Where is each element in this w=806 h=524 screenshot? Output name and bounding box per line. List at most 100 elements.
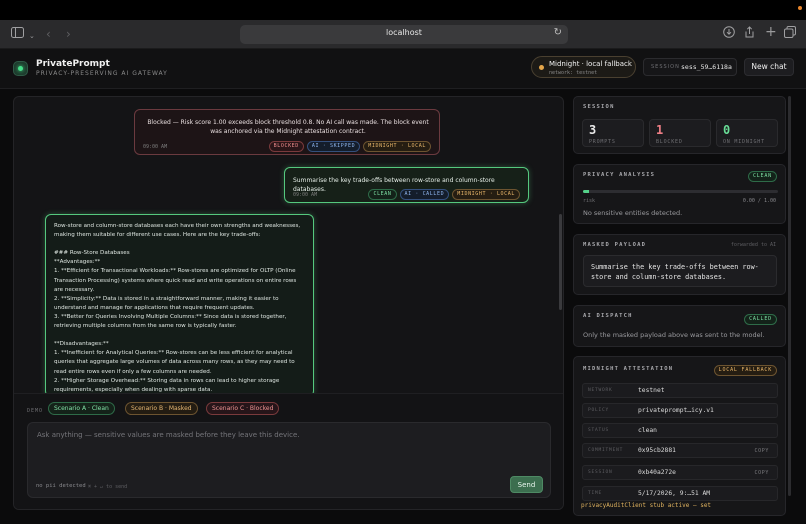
stat-on-midnight-label: ON MIDNIGHT: [723, 139, 765, 145]
midnight-status-pill[interactable]: Midnight · local fallback network: testn…: [531, 56, 636, 78]
midnight-status-dot-icon: [539, 65, 544, 70]
tag-midnight-local: MIDNIGHT · LOCAL: [452, 189, 520, 200]
prompt-input[interactable]: Ask anything — sensitive values are mask…: [27, 422, 551, 498]
ai-dispatch-card: AI DISPATCH CALLED Only the masked paylo…: [573, 305, 786, 347]
new-chat-button[interactable]: New chat: [744, 58, 794, 76]
stat-prompts-label: PROMPTS: [589, 139, 616, 145]
address-bar[interactable]: localhost ↻: [240, 25, 568, 44]
row-value: 0x95cb2881: [638, 447, 676, 454]
message-time: 09:00 AM: [143, 144, 168, 150]
midnight-status-label: Midnight · local fallback: [549, 60, 632, 68]
os-menu-bar: [0, 0, 806, 20]
audit-client-notice: privacyAuditClient stub active — set: [581, 502, 712, 509]
scenario-a-button[interactable]: Scenario A · Clean: [48, 402, 115, 415]
forwarded-label: forwarded to AI: [730, 242, 776, 248]
session-key-label: SESSION: [651, 64, 680, 70]
tab-overview-icon[interactable]: [784, 26, 796, 42]
chevron-down-icon[interactable]: ⌄: [29, 28, 35, 44]
row-value: 5/17/2026, 9:…51 AM: [638, 490, 711, 497]
midnight-network-label: network: testnet: [549, 70, 598, 76]
risk-label: risk: [583, 198, 596, 204]
tag-clean: CLEAN: [368, 189, 397, 200]
prompt-placeholder: Ask anything — sensitive values are mask…: [37, 431, 300, 439]
back-icon[interactable]: ‹: [46, 26, 51, 42]
row-value: 0xb40a272e: [638, 469, 676, 476]
sidebar-toggle-icon[interactable]: [11, 26, 24, 42]
scenario-b-button[interactable]: Scenario B · Masked: [125, 402, 198, 415]
row-key: SESSION: [588, 470, 613, 475]
attestation-row-session: SESSION 0xb40a272e COPY: [582, 465, 778, 480]
stat-prompts: 3 PROMPTS: [582, 119, 644, 147]
new-tab-icon[interactable]: +: [765, 24, 777, 40]
send-hint: ⌘ + ↵ to send: [88, 484, 128, 490]
session-card: SESSION 3 PROMPTS 1 BLOCKED 0 ON MIDNIGH…: [573, 96, 786, 154]
row-key: POLICY: [588, 408, 610, 413]
masked-payload-text: Summarise the key trade-offs between row…: [591, 263, 759, 281]
app-logo-icon: [13, 61, 28, 76]
composer-area: DEMO Scenario A · Clean Scenario B · Mas…: [14, 393, 563, 509]
stat-prompts-value: 3: [589, 123, 597, 137]
privacy-analysis-title: PRIVACY ANALYSIS: [583, 172, 656, 178]
chat-panel: Blocked — Risk score 1.00 exceeds block …: [13, 96, 564, 510]
ai-dispatch-badge: CALLED: [744, 314, 777, 325]
risk-bar: [583, 190, 778, 193]
row-key: TIME: [588, 491, 603, 496]
message-time: 09:00 AM: [293, 192, 318, 198]
risk-bar-fill: [583, 190, 589, 193]
sidebar-scrollbar[interactable]: [788, 96, 791, 496]
privacy-note: No sensitive entities detected.: [583, 209, 683, 217]
masked-payload-title: MASKED PAYLOAD: [583, 242, 647, 248]
row-key: STATUS: [588, 428, 610, 433]
message-tags: CLEAN AI · CALLED MIDNIGHT · LOCAL: [368, 189, 520, 200]
stat-on-midnight-value: 0: [723, 123, 731, 137]
attestation-row-commitment: COMMITMENT 0x95cb2881 COPY: [582, 443, 778, 458]
reload-icon[interactable]: ↻: [554, 27, 562, 38]
scenario-c-button[interactable]: Scenario C · Blocked: [206, 402, 280, 415]
download-icon[interactable]: [723, 26, 735, 42]
stat-on-midnight: 0 ON MIDNIGHT: [716, 119, 778, 147]
risk-value: 0.00 / 1.00: [742, 198, 776, 204]
row-value: testnet: [638, 387, 665, 394]
privacy-status-badge: CLEAN: [747, 171, 777, 182]
midnight-attestation-card: MIDNIGHT ATTESTATION LOCAL FALLBACK NETW…: [573, 356, 786, 516]
pii-status: no pii detected: [36, 483, 86, 489]
ai-dispatch-title: AI DISPATCH: [583, 313, 633, 319]
tag-blocked: BLOCKED: [268, 141, 304, 152]
attestation-badge: LOCAL FALLBACK: [713, 365, 777, 376]
session-card-title: SESSION: [583, 104, 615, 110]
tag-ai-skipped: AI · SKIPPED: [306, 141, 361, 152]
send-button[interactable]: Send: [510, 476, 543, 493]
ai-dispatch-note: Only the masked payload above was sent t…: [583, 331, 765, 339]
forward-icon[interactable]: ›: [66, 26, 71, 42]
masked-payload-box: Summarise the key trade-offs between row…: [583, 255, 777, 287]
app-name: PrivatePrompt: [36, 59, 110, 69]
browser-toolbar: ⌄ ‹ › localhost ↻ +: [0, 20, 806, 49]
app-header: PrivatePrompt PRIVACY-PRESERVING AI GATE…: [0, 49, 806, 89]
row-value: clean: [638, 427, 657, 434]
masked-payload-card: MASKED PAYLOAD forwarded to AI Summarise…: [573, 234, 786, 295]
row-key: COMMITMENT: [588, 448, 624, 453]
blocked-message: Blocked — Risk score 1.00 exceeds block …: [134, 109, 440, 155]
user-message: Summarise the key trade-offs between row…: [284, 167, 529, 203]
share-icon[interactable]: [744, 26, 755, 42]
message-tags: BLOCKED AI · SKIPPED MIDNIGHT · LOCAL: [268, 141, 431, 152]
demo-label: DEMO: [27, 408, 44, 414]
privacy-analysis-card: PRIVACY ANALYSIS CLEAN risk 0.00 / 1.00 …: [573, 164, 786, 224]
tag-ai-called: AI · CALLED: [399, 189, 450, 200]
attestation-row-time: TIME 5/17/2026, 9:…51 AM: [582, 486, 778, 501]
row-key: NETWORK: [588, 388, 613, 393]
chat-scrollbar[interactable]: [559, 214, 562, 310]
attestation-title: MIDNIGHT ATTESTATION: [583, 366, 674, 372]
assistant-message-text: Row-store and column-store databases eac…: [54, 223, 301, 393]
tag-midnight-local: MIDNIGHT · LOCAL: [363, 141, 431, 152]
blocked-message-text: Blocked — Risk score 1.00 exceeds block …: [147, 119, 429, 135]
attestation-row-policy: POLICY privateprompt…icy.v1: [582, 403, 778, 418]
assistant-message: Row-store and column-store databases eac…: [45, 214, 314, 397]
row-value: privateprompt…icy.v1: [638, 407, 714, 414]
copy-session-button[interactable]: COPY: [755, 470, 769, 476]
session-id-pill: SESSION sess_59…6118a: [643, 58, 737, 76]
copy-commitment-button[interactable]: COPY: [755, 448, 769, 454]
stat-blocked-label: BLOCKED: [656, 139, 683, 145]
session-id-value: sess_59…6118a: [681, 63, 732, 71]
app-subtitle: PRIVACY-PRESERVING AI GATEWAY: [36, 70, 168, 77]
